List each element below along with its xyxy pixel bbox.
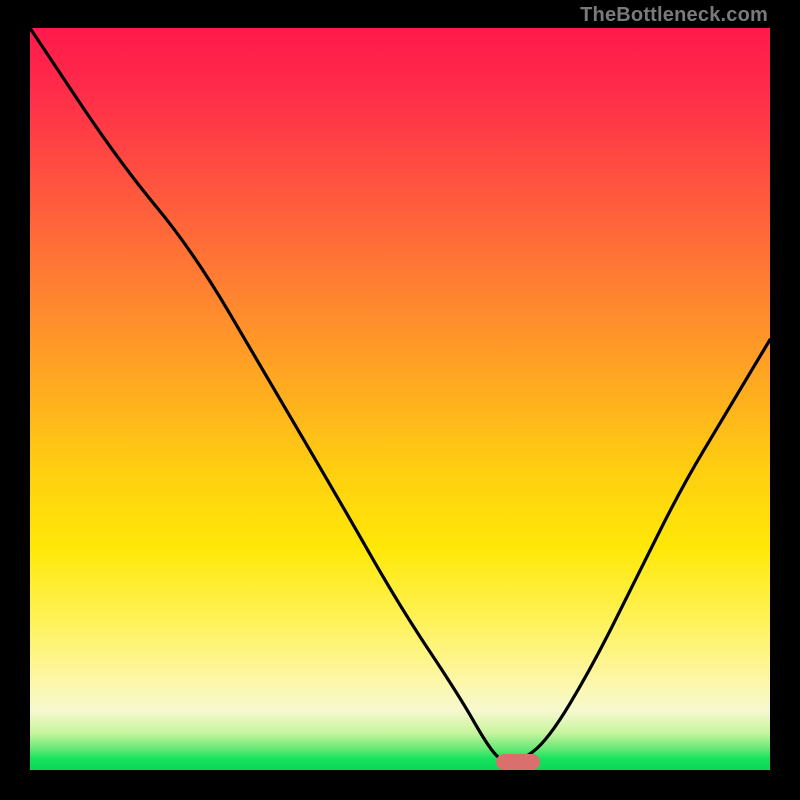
optimal-marker [496, 754, 540, 770]
bottleneck-curve [30, 28, 770, 770]
plot-area [30, 28, 770, 770]
chart-frame: TheBottleneck.com [0, 0, 800, 800]
watermark-text: TheBottleneck.com [580, 4, 768, 27]
